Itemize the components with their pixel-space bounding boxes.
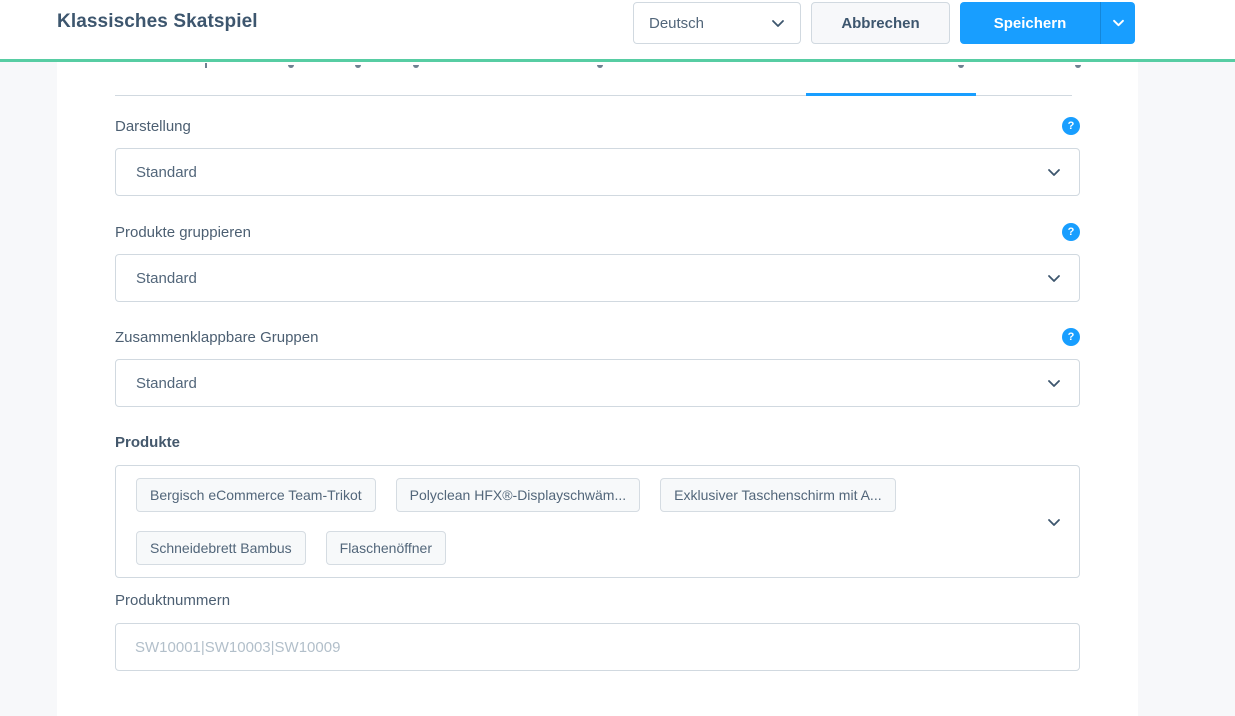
help-icon[interactable]: ? [1062,223,1080,241]
product-tag[interactable]: Polyclean HFX®-Displayschwäm... [395,478,641,512]
clipped-tab-text-fragments [57,62,1138,70]
product-tag[interactable]: Flaschenöffner [325,531,446,565]
cancel-button[interactable]: Abbrechen [811,2,950,44]
darstellung-select[interactable]: Standard [115,148,1080,196]
page-background: Darstellung ? Standard Produkte gruppier… [0,62,1235,716]
product-tag[interactable]: Bergisch eCommerce Team-Trikot [136,478,376,512]
content-card: Darstellung ? Standard Produkte gruppier… [57,62,1138,716]
field-label: Produkte gruppieren [115,224,251,241]
field-label: Produkte [115,434,181,451]
field-group-produktnummern: Produktnummern [115,592,1080,671]
product-tag[interactable]: Schneidebrett Bambus [136,531,306,565]
help-icon[interactable]: ? [1062,328,1080,346]
language-select[interactable]: Deutsch [633,2,801,44]
field-label: Produktnummern [115,592,231,609]
field-group-produkte-gruppieren: Produkte gruppieren ? Standard [115,223,1080,302]
product-numbers-input[interactable] [115,623,1080,671]
select-value: Standard [136,374,197,392]
field-label: Darstellung [115,118,191,135]
page-title: Klassisches Skatspiel [57,11,258,32]
product-tag[interactable]: Exklusiver Taschenschirm mit A... [660,478,896,512]
select-value: Standard [136,269,197,287]
language-select-value: Deutsch [649,14,705,32]
chevron-down-icon [771,19,785,28]
save-split-button: Speichern [960,2,1135,44]
field-group-produkte: Produkte Bergisch eCommerce Team-Trikot … [115,434,1080,578]
save-button[interactable]: Speichern [960,2,1100,44]
chevron-down-icon [1112,19,1125,27]
header-actions: Deutsch Abbrechen Speichern [633,2,1135,44]
field-group-zusammenklappbare-gruppen: Zusammenklappbare Gruppen ? Standard [115,328,1080,407]
help-icon[interactable]: ? [1062,117,1080,135]
tab-bar-underline [115,93,1072,96]
field-label: Zusammenklappbare Gruppen [115,329,319,346]
produkte-gruppieren-select[interactable]: Standard [115,254,1080,302]
products-multiselect[interactable]: Bergisch eCommerce Team-Trikot Polyclean… [115,465,1080,578]
select-value: Standard [136,163,197,181]
field-group-darstellung: Darstellung ? Standard [115,117,1080,196]
header-bar: Klassisches Skatspiel Deutsch Abbrechen … [0,0,1235,59]
active-tab-indicator [806,93,976,96]
zusammenklappbare-gruppen-select[interactable]: Standard [115,359,1080,407]
page: Klassisches Skatspiel Deutsch Abbrechen … [0,0,1235,716]
save-options-arrow-button[interactable] [1100,2,1135,44]
